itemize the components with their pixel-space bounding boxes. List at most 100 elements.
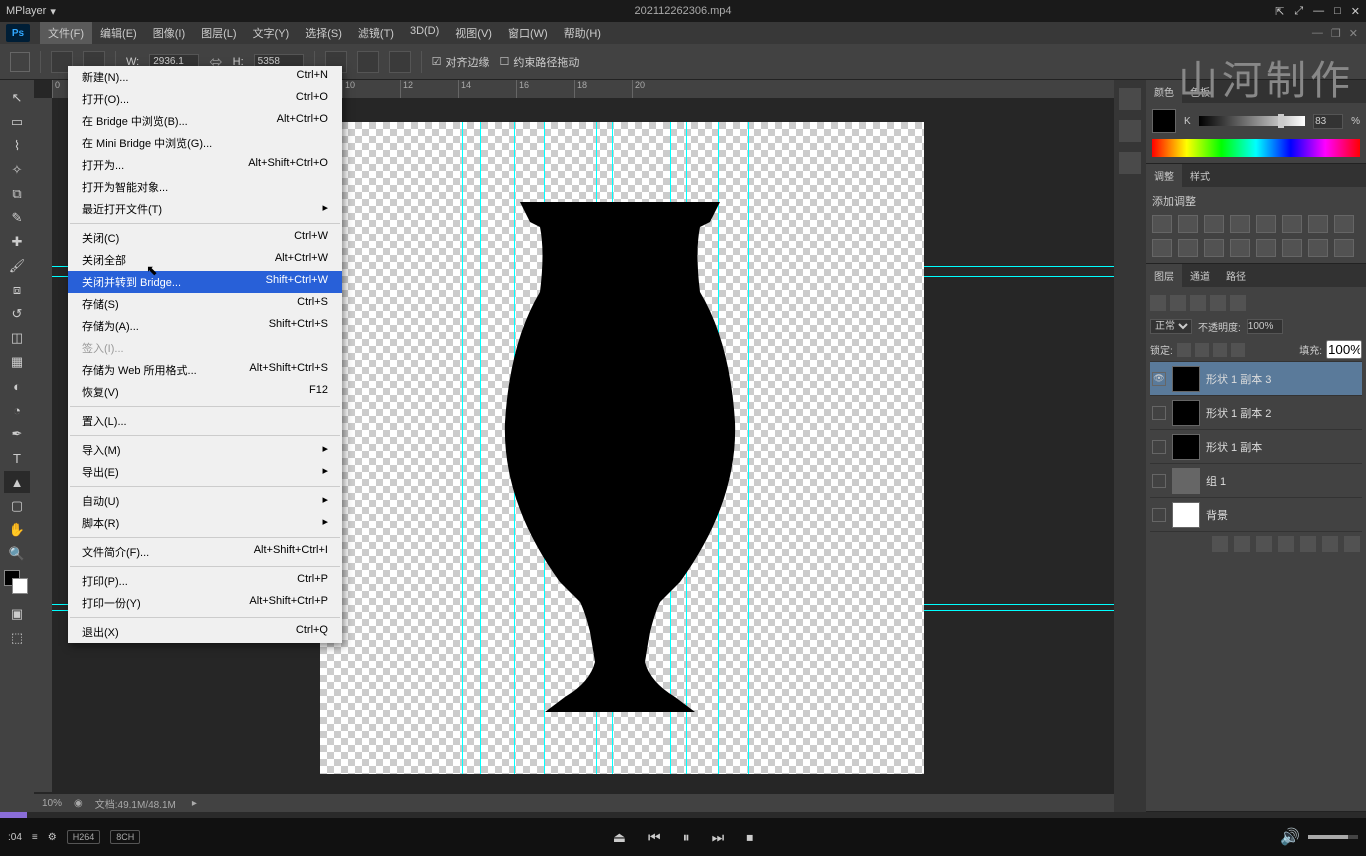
screen-mode-icon[interactable]: ⬚ — [4, 627, 30, 649]
menu-10[interactable]: 帮助(H) — [556, 22, 609, 44]
next-icon[interactable]: ⏭ — [712, 829, 725, 846]
seek-bar[interactable] — [0, 812, 1366, 818]
ps-minimize-icon[interactable]: — — [1312, 27, 1323, 40]
close-icon[interactable]: ✕ — [1351, 5, 1360, 18]
group-icon[interactable] — [1300, 536, 1316, 552]
menu-7[interactable]: 3D(D) — [402, 22, 447, 44]
menu-item[interactable]: 存储(S)Ctrl+S — [68, 293, 342, 315]
eyedropper-tool[interactable]: ✎ — [4, 207, 30, 229]
visibility-icon[interactable]: 👁 — [1152, 372, 1166, 386]
lock-all-icon[interactable] — [1231, 343, 1245, 357]
adjust-icon[interactable] — [1230, 239, 1250, 257]
lock-pixels-icon[interactable] — [1195, 343, 1209, 357]
adjust-icon[interactable] — [1204, 239, 1224, 257]
menu-item[interactable]: 在 Mini Bridge 中浏览(G)... — [68, 132, 342, 154]
crop-tool[interactable]: ⧉ — [4, 183, 30, 205]
menu-item[interactable]: 打印一份(Y)Alt+Shift+Ctrl+P — [68, 592, 342, 614]
ps-close-icon[interactable]: ✕ — [1349, 27, 1358, 40]
prev-icon[interactable]: ⏮ — [648, 829, 661, 846]
playlist-icon[interactable]: ≡ — [32, 832, 38, 843]
k-value[interactable] — [1313, 114, 1343, 129]
adjust-icon[interactable] — [1308, 215, 1328, 233]
adjust-icon[interactable] — [1230, 215, 1250, 233]
menu-item[interactable]: 打开(O)...Ctrl+O — [68, 88, 342, 110]
align-icon-3[interactable] — [389, 51, 411, 73]
brush-tool[interactable]: 🖌 — [4, 255, 30, 277]
mask-icon[interactable] — [1256, 536, 1272, 552]
menu-item[interactable]: 存储为 Web 所用格式...Alt+Shift+Ctrl+S — [68, 359, 342, 381]
properties-icon[interactable] — [1119, 120, 1141, 142]
adjust-icon[interactable] — [1152, 239, 1172, 257]
tab-color[interactable]: 颜色 — [1146, 80, 1182, 103]
visibility-icon[interactable] — [1152, 406, 1166, 420]
menu-item[interactable]: 存储为(A)...Shift+Ctrl+S — [68, 315, 342, 337]
layer-row[interactable]: 形状 1 副本 — [1150, 430, 1362, 464]
fill-input[interactable] — [1326, 340, 1362, 359]
menu-6[interactable]: 滤镜(T) — [350, 22, 402, 44]
menu-item[interactable]: 打开为...Alt+Shift+Ctrl+O — [68, 154, 342, 176]
adjust-icon[interactable] — [1282, 215, 1302, 233]
check-icon[interactable]: ☑ — [432, 55, 442, 68]
link-layers-icon[interactable] — [1212, 536, 1228, 552]
visibility-icon[interactable] — [1152, 440, 1166, 454]
adjustment-layer-icon[interactable] — [1278, 536, 1294, 552]
character-icon[interactable] — [1119, 152, 1141, 174]
maximize-icon[interactable]: □ — [1334, 5, 1341, 18]
menu-item[interactable]: 新建(N)...Ctrl+N — [68, 66, 342, 88]
menu-item[interactable]: 置入(L)... — [68, 410, 342, 432]
menu-1[interactable]: 编辑(E) — [92, 22, 145, 44]
adjust-icon[interactable] — [1178, 215, 1198, 233]
visibility-icon[interactable] — [1152, 474, 1166, 488]
menu-item[interactable]: 签入(I)... — [68, 337, 342, 359]
menu-item[interactable]: 退出(X)Ctrl+Q — [68, 621, 342, 643]
blur-tool[interactable]: ◐ — [4, 375, 30, 397]
zoom-level[interactable]: 10% — [42, 798, 62, 809]
filter-mode-icon[interactable] — [1230, 295, 1246, 311]
layer-row[interactable]: 背景 — [1150, 498, 1362, 532]
tab-styles[interactable]: 样式 — [1182, 164, 1218, 187]
chevron-right-icon[interactable]: ▸ — [192, 798, 197, 809]
move-tool[interactable]: ↖ — [4, 87, 30, 109]
eject-icon[interactable]: ⏏ — [613, 829, 626, 846]
menu-item[interactable]: 自动(U)▸ — [68, 490, 342, 512]
filter-effect-icon[interactable] — [1210, 295, 1226, 311]
heal-tool[interactable]: ✚ — [4, 231, 30, 253]
path-select-tool[interactable]: ▲ — [4, 471, 30, 493]
marquee-tool[interactable]: ▭ — [4, 111, 30, 133]
adjust-icon[interactable] — [1152, 215, 1172, 233]
menu-2[interactable]: 图像(I) — [145, 22, 193, 44]
menu-5[interactable]: 选择(S) — [297, 22, 350, 44]
document[interactable] — [320, 122, 924, 774]
filter-kind-icon[interactable] — [1170, 295, 1186, 311]
delete-layer-icon[interactable] — [1344, 536, 1360, 552]
adjust-icon[interactable] — [1334, 215, 1354, 233]
stamp-tool[interactable]: ⧈ — [4, 279, 30, 301]
tab-paths[interactable]: 路径 — [1218, 264, 1254, 287]
visibility-icon[interactable] — [1152, 508, 1166, 522]
hand-tool[interactable]: ✋ — [4, 519, 30, 541]
spectrum-bar[interactable] — [1152, 139, 1360, 157]
pin-icon[interactable]: ⇱ — [1275, 5, 1284, 18]
filter-icon[interactable] — [1150, 295, 1166, 311]
k-slider[interactable] — [1199, 116, 1305, 126]
stop-icon[interactable]: ⏹ — [746, 829, 753, 846]
layer-row[interactable]: 形状 1 副本 2 — [1150, 396, 1362, 430]
adjust-icon[interactable] — [1178, 239, 1198, 257]
layer-row[interactable]: 👁形状 1 副本 3 — [1150, 362, 1362, 396]
menu-item[interactable]: 导入(M)▸ — [68, 439, 342, 461]
ps-restore-icon[interactable]: ❐ — [1331, 27, 1341, 40]
menu-item[interactable]: 恢复(V)F12 — [68, 381, 342, 403]
zoom-tool[interactable]: 🔍 — [4, 543, 30, 565]
compact-icon[interactable]: ⤢ — [1294, 5, 1303, 18]
menu-4[interactable]: 文字(Y) — [245, 22, 298, 44]
minimize-icon[interactable]: — — [1313, 5, 1324, 18]
color-swatch[interactable] — [1152, 109, 1176, 133]
filter-name-icon[interactable] — [1190, 295, 1206, 311]
new-layer-icon[interactable] — [1322, 536, 1338, 552]
align-icon-2[interactable] — [357, 51, 379, 73]
dropdown-icon[interactable]: ▾ — [50, 5, 56, 18]
adjust-icon[interactable] — [1204, 215, 1224, 233]
menu-item[interactable]: 脚本(R)▸ — [68, 512, 342, 534]
blend-mode-select[interactable]: 正常 — [1150, 319, 1192, 334]
volume-slider[interactable] — [1308, 835, 1358, 839]
